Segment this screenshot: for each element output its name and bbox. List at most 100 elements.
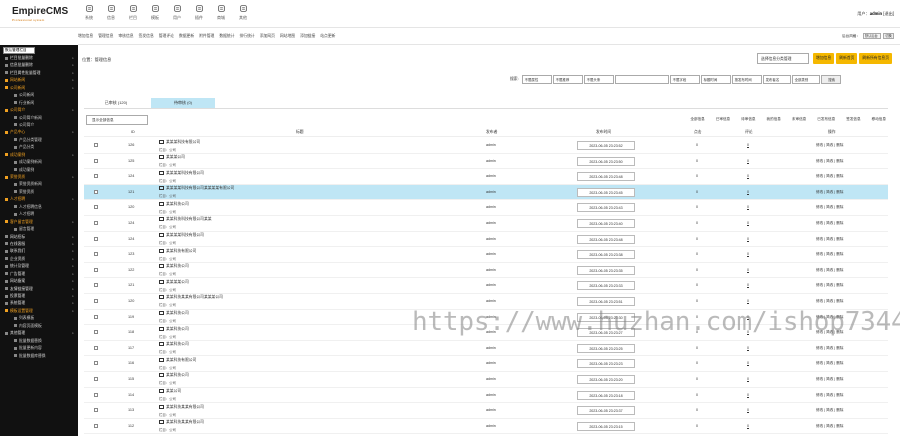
table-row[interactable]: 114 某某公司 栏目：公司 admin 2023-06-05 23:23:18 0 0 修改…	[84, 388, 888, 404]
logout-link[interactable]: [退出]	[883, 11, 894, 16]
row-checkbox[interactable]	[94, 392, 98, 397]
edit-icon[interactable]	[159, 233, 164, 238]
edit-icon[interactable]	[159, 264, 164, 269]
sidebar-item[interactable]: 网站新闻 ▸	[0, 77, 78, 84]
row-comments[interactable]: 0	[747, 159, 749, 163]
edit-icon[interactable]	[159, 404, 164, 409]
row-date-field[interactable]: 2023-06-05 23:23:51	[577, 296, 635, 306]
sidebar-item[interactable]: 统计及管理 ▸	[0, 263, 78, 270]
subnav-item[interactable]: 添加网页	[260, 34, 275, 39]
skin-select[interactable]: 默认后台	[863, 33, 881, 39]
sidebar-item[interactable]: 公司简介新闻	[0, 115, 78, 122]
row-checkbox[interactable]	[94, 189, 98, 194]
row-date-field[interactable]: 2023-06-05 23:23:50	[577, 156, 635, 166]
table-row[interactable]: 126 某某某科技有限公司 栏目：公司 admin 2023-06-05 23:23:5…	[84, 138, 888, 154]
row-comments[interactable]: 0	[747, 424, 749, 428]
subnav-item[interactable]: 数据更新	[179, 34, 194, 39]
row-actions[interactable]: 修改 | 简改 | 删除	[816, 143, 843, 148]
row-title[interactable]: 某某科技有限公司	[159, 357, 196, 363]
row-date-field[interactable]: 2023-06-05 23:23:15	[577, 421, 635, 431]
row-checkbox[interactable]	[94, 252, 98, 257]
row-category[interactable]: 栏目：公司	[159, 318, 176, 323]
row-checkbox[interactable]	[94, 174, 98, 179]
table-row[interactable]: 113 某某科技某某有限公司 栏目：公司 admin 2023-06-05 23:23:…	[84, 403, 888, 419]
sidebar-item[interactable]: 投票管理 ▸	[0, 293, 78, 300]
row-actions[interactable]: 修改 | 简改 | 删除	[816, 393, 843, 398]
topnav-cart[interactable]: 商城	[210, 5, 232, 21]
table-row[interactable]: 121 某某某某公司 栏目：公司 admin 2023-06-05 23:23:33 0 0…	[84, 278, 888, 294]
row-category[interactable]: 栏目：公司	[159, 193, 176, 198]
sidebar-item[interactable]: 留言管理	[0, 226, 78, 233]
table-row[interactable]: 123 某某科技有限公司 栏目：公司 admin 2023-06-05 23:23:38…	[84, 247, 888, 263]
edit-icon[interactable]	[159, 357, 164, 362]
row-comments[interactable]: 0	[747, 408, 749, 412]
row-date-field[interactable]: 2023-06-05 23:23:37	[577, 406, 635, 416]
filter-recommend-select[interactable]: 不限推荐	[552, 75, 583, 84]
row-date-field[interactable]: 2023-06-05 23:23:18	[577, 390, 635, 400]
time-field-select[interactable]: 标题时间	[700, 75, 731, 84]
sidebar-item[interactable]: 栏目属性批量管理 ▸	[0, 70, 78, 77]
row-checkbox[interactable]	[94, 158, 98, 163]
type-select[interactable]: 全部类别	[791, 75, 820, 84]
edit-icon[interactable]	[159, 186, 164, 191]
publisher-select[interactable]: 发布者名	[762, 75, 791, 84]
row-checkbox[interactable]	[94, 283, 98, 288]
subnav-item[interactable]: 管理评论	[159, 34, 174, 39]
sidebar-item[interactable]: 友情链接管理 ▸	[0, 286, 78, 293]
row-title[interactable]: 某某科技某某有限公司	[159, 420, 204, 425]
row-actions[interactable]: 修改 | 简改 | 删除	[816, 159, 843, 164]
row-checkbox[interactable]	[94, 236, 98, 241]
filter-link[interactable]: 未审信息	[792, 117, 806, 122]
order-select[interactable]: 按发布时间	[731, 75, 762, 84]
edit-icon[interactable]	[159, 295, 164, 300]
row-comments[interactable]: 0	[747, 221, 749, 225]
row-category[interactable]: 栏目：公司	[159, 287, 176, 292]
row-checkbox[interactable]	[94, 314, 98, 319]
row-checkbox[interactable]	[94, 267, 98, 272]
sidebar-item[interactable]: 成功案例新闻	[0, 159, 78, 166]
row-category[interactable]: 栏目：公司	[159, 396, 176, 401]
skin-switch-button[interactable]: 切换	[883, 33, 894, 39]
row-category[interactable]: 栏目：公司	[159, 224, 176, 229]
display-select[interactable]: 显示全部信息	[86, 115, 148, 125]
sidebar-item[interactable]: 人才招聘 ▸	[0, 196, 78, 203]
refresh-all-button[interactable]: 刷新所有信息页	[859, 53, 892, 64]
row-category[interactable]: 栏目：公司	[159, 178, 176, 183]
filter-link[interactable]: 全部信息	[690, 117, 704, 122]
subnav-item[interactable]: 附件管理	[199, 34, 214, 39]
row-date-field[interactable]: 2023-06-05 23:23:45	[577, 187, 635, 197]
sidebar-item[interactable]: 客户留言管理 ▸	[0, 219, 78, 226]
row-title[interactable]: 某某科技有限公司	[159, 248, 196, 254]
row-category[interactable]: 栏目：公司	[159, 240, 176, 245]
row-title[interactable]: 某某科技某某有限公司	[159, 404, 204, 410]
filter-link[interactable]: 已发布信息	[817, 117, 835, 122]
row-actions[interactable]: 修改 | 简改 | 删除	[816, 283, 843, 288]
edit-icon[interactable]	[159, 342, 164, 347]
topnav-more[interactable]: 其他	[232, 5, 254, 21]
sidebar-select[interactable]: 默认管理栏目	[3, 47, 35, 54]
edit-icon[interactable]	[159, 420, 164, 425]
sidebar-item[interactable]: 列表模板	[0, 315, 78, 322]
edit-icon[interactable]	[159, 155, 164, 160]
row-checkbox[interactable]	[94, 298, 98, 303]
subnav-item[interactable]: 网站地图	[280, 34, 295, 39]
row-actions[interactable]: 修改 | 简改 | 删除	[816, 268, 843, 273]
add-info-button[interactable]: 增加信息	[813, 53, 835, 64]
table-row[interactable]: 122 某某科技公司 栏目：公司 admin 2023-06-05 23:23:35 0 0…	[84, 263, 888, 279]
row-category[interactable]: 栏目：公司	[159, 412, 176, 417]
sidebar-item[interactable]: 系统管理 ▸	[0, 300, 78, 307]
refresh-home-button[interactable]: 刷新首页	[836, 53, 858, 64]
sidebar-item[interactable]: 在线客服 ▸	[0, 241, 78, 248]
edit-icon[interactable]	[159, 326, 164, 331]
row-checkbox[interactable]	[94, 423, 98, 428]
row-title[interactable]: 某某科技公司	[159, 373, 189, 378]
row-comments[interactable]: 0	[747, 377, 749, 381]
sidebar-item[interactable]: 荣誉资质 ▸	[0, 174, 78, 181]
row-title[interactable]: 某某科技科技有限公司某某	[159, 217, 212, 222]
row-date-field[interactable]: 2023-06-05 23:23:38	[577, 250, 635, 260]
row-title[interactable]: 某某科技公司	[159, 201, 189, 207]
row-comments[interactable]: 0	[747, 361, 749, 365]
table-row[interactable]: 124 某某某某科技有限公司 栏目：公司 admin 2023-06-05 23:23:…	[84, 169, 888, 185]
field-select[interactable]: 不限字段	[669, 75, 700, 84]
row-date-field[interactable]: 2023-06-05 23:23:33	[577, 281, 635, 291]
